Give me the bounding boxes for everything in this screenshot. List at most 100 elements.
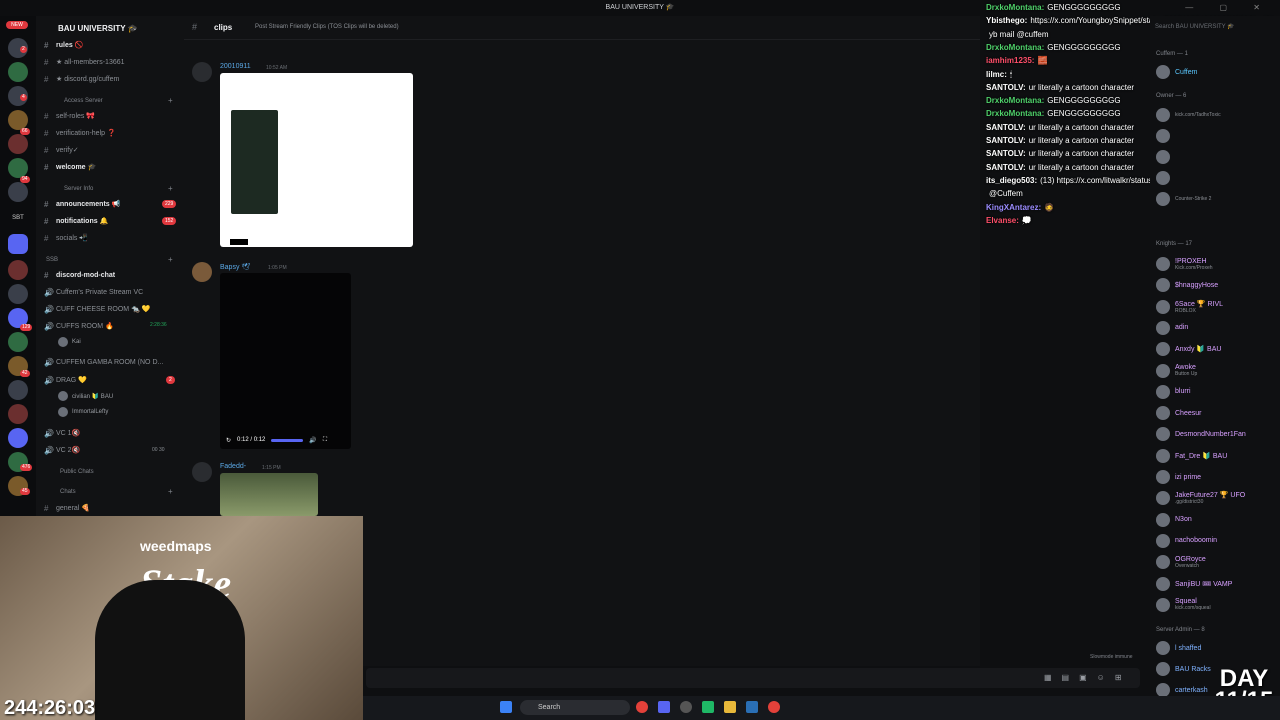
plus-icon[interactable]: + xyxy=(168,487,173,496)
voice-user[interactable]: Kai xyxy=(58,337,81,347)
message-input[interactable] xyxy=(366,668,1140,688)
image-attachment[interactable] xyxy=(220,73,413,247)
member-name: l shaffed xyxy=(1175,644,1202,652)
member-item[interactable]: Cheesur xyxy=(1156,404,1201,422)
message-author[interactable]: Fadedd- xyxy=(220,463,246,470)
start-icon[interactable] xyxy=(500,701,512,713)
member-item[interactable]: !PROXEH Kick.com/Proxeh xyxy=(1156,255,1213,273)
member-text: DesmondNumber1Fan xyxy=(1175,431,1246,438)
member-item[interactable]: $hnaggyHose xyxy=(1156,276,1218,294)
plus-icon[interactable]: + xyxy=(168,255,173,264)
member-item[interactable]: adin xyxy=(1156,319,1188,337)
server-icon[interactable] xyxy=(8,260,28,280)
folder-icon[interactable] xyxy=(724,701,736,713)
volume-slider[interactable] xyxy=(271,438,304,442)
member-item[interactable] xyxy=(1156,127,1175,145)
server-icon[interactable] xyxy=(8,182,28,202)
member-item[interactable]: nachoboomin xyxy=(1156,532,1217,550)
replay-icon[interactable]: ↻ xyxy=(226,437,231,444)
avatar[interactable] xyxy=(192,462,212,482)
member-item[interactable]: Counter-Strike 2 xyxy=(1156,190,1211,208)
obs-icon[interactable] xyxy=(680,701,692,713)
server-icon[interactable] xyxy=(8,62,28,82)
video-attachment[interactable]: ↻ 0:12 / 0:12 🔊 ⛶ xyxy=(220,273,351,449)
server-icon[interactable] xyxy=(8,428,28,448)
member-item[interactable]: Anxdy 🔰 BAU xyxy=(1156,340,1221,358)
message-author[interactable]: 20010911 xyxy=(220,63,251,70)
message-author[interactable]: Bapsy 🕊 xyxy=(220,263,250,271)
image-attachment[interactable] xyxy=(220,473,318,516)
chevron-down-icon[interactable]: ⌄ xyxy=(132,24,138,32)
member-cuffem[interactable]: Cuffem xyxy=(1156,63,1197,81)
discord-icon[interactable] xyxy=(658,701,670,713)
taskbar-search[interactable]: Search xyxy=(520,700,630,715)
channel-general[interactable]: # general 🍕 xyxy=(44,501,90,515)
channel-verification-help[interactable]: # verification-help ❓ xyxy=(44,126,116,140)
member-item[interactable]: l shaffed xyxy=(1156,639,1201,657)
member-item[interactable] xyxy=(1156,148,1175,166)
member-item[interactable]: izi prime xyxy=(1156,468,1201,486)
member-item[interactable]: Squeal kick.com/squeal xyxy=(1156,596,1211,614)
steam-icon[interactable] xyxy=(746,701,758,713)
server-icon[interactable] xyxy=(8,134,28,154)
server-icon[interactable] xyxy=(8,158,28,178)
channel-announcements[interactable]: # announcements 📢 xyxy=(44,197,120,211)
category-ssb[interactable]: SSB xyxy=(46,257,58,263)
search-input[interactable]: Search BAU UNIVERSITY 🎓 xyxy=(1155,23,1273,33)
fullscreen-icon[interactable]: ⛶ xyxy=(323,437,327,444)
member-item[interactable]: BAU Racks xyxy=(1156,660,1211,678)
voice-channel-vc2[interactable]: 🔊 VC 2🔇 xyxy=(44,443,80,457)
channel-all-members[interactable]: # ★ all-members-13661 xyxy=(44,55,125,69)
category-chats[interactable]: Chats xyxy=(60,489,76,495)
plus-icon[interactable]: + xyxy=(168,96,173,105)
member-item[interactable]: blurri xyxy=(1156,383,1191,401)
channel-notifications[interactable]: # notifications 🔔 xyxy=(44,214,108,228)
channel-discord-mod-chat[interactable]: # discord-mod-chat xyxy=(44,268,115,282)
server-icon[interactable] xyxy=(8,234,28,254)
member-item[interactable]: SanjiBU 🎟 VAMP xyxy=(1156,575,1232,593)
volume-icon[interactable]: 🔊 xyxy=(309,437,316,444)
server-icon[interactable] xyxy=(8,332,28,352)
channel-welcome[interactable]: # welcome 🎓 xyxy=(44,160,96,174)
plus-icon[interactable]: + xyxy=(168,184,173,193)
voice-user[interactable]: civilian 🔰 BAU xyxy=(58,391,113,401)
category-public-chats[interactable]: Public Chats xyxy=(60,469,94,475)
server-icon[interactable] xyxy=(8,110,28,130)
server-icon[interactable] xyxy=(8,380,28,400)
channel-rules[interactable]: # rules 🚫 xyxy=(44,38,83,52)
voice-channel-vc1[interactable]: 🔊 VC 1🔇 xyxy=(44,426,80,440)
member-item[interactable]: kick.com/TadhxToxic xyxy=(1156,106,1221,124)
member-item[interactable]: OGRoyce Overwatch xyxy=(1156,553,1206,571)
composer-icons[interactable]: ▦▤▣☺⊞ xyxy=(1044,673,1132,682)
voice-channel-cuffs-room[interactable]: 🔊 CUFFS ROOM 🔥 xyxy=(44,319,114,333)
voice-channel-private-stream[interactable]: 🔊 Cuffem's Private Stream VC xyxy=(44,285,143,299)
voice-user[interactable]: ImmortalLefty xyxy=(58,407,108,417)
server-icon[interactable] xyxy=(8,404,28,424)
member-item[interactable]: Awoke Button Up xyxy=(1156,362,1197,380)
avatar[interactable] xyxy=(192,262,212,282)
voice-channel-drag[interactable]: 🔊 DRAG 💛 xyxy=(44,373,87,387)
member-item[interactable] xyxy=(1156,169,1175,187)
avatar xyxy=(1156,406,1170,421)
member-item[interactable]: 6Sace 🏆 RIVL ROBLOX xyxy=(1156,298,1223,316)
category-server-info[interactable]: Server Info xyxy=(64,186,93,192)
voice-channel-cheese-room[interactable]: 🔊 CUFF CHEESE ROOM 🐀 💛 xyxy=(44,302,150,316)
window-controls[interactable]: — ▢ ✕ xyxy=(1185,3,1272,12)
avatar[interactable] xyxy=(192,62,212,82)
spotify-icon[interactable] xyxy=(702,701,714,713)
channel-socials[interactable]: # socials 📲 xyxy=(44,231,88,245)
chrome-icon[interactable] xyxy=(636,701,648,713)
channel-verify[interactable]: # verify✓ xyxy=(44,143,79,157)
channel-self-roles[interactable]: # self-roles 🎀 xyxy=(44,109,95,123)
member-item[interactable]: JakeFuture27 🏆 UFO .gg/district30 xyxy=(1156,489,1245,507)
category-access[interactable]: Access Server xyxy=(64,98,103,104)
member-item[interactable]: DesmondNumber1Fan xyxy=(1156,425,1246,443)
channel-discord-link[interactable]: # ★ discord.gg/cuffem xyxy=(44,72,119,86)
server-icon[interactable] xyxy=(8,284,28,304)
server-icon[interactable]: SBT xyxy=(8,208,28,228)
member-item[interactable]: Fat_Dre 🔰 BAU xyxy=(1156,447,1227,465)
guild-name[interactable]: BAU UNIVERSITY 🎓 xyxy=(58,24,138,33)
member-item[interactable]: N3on xyxy=(1156,511,1192,529)
voice-channel-gamba-room[interactable]: 🔊 CUFFEM GAMBA ROOM (NO D... xyxy=(44,355,163,369)
chrome-icon[interactable] xyxy=(768,701,780,713)
